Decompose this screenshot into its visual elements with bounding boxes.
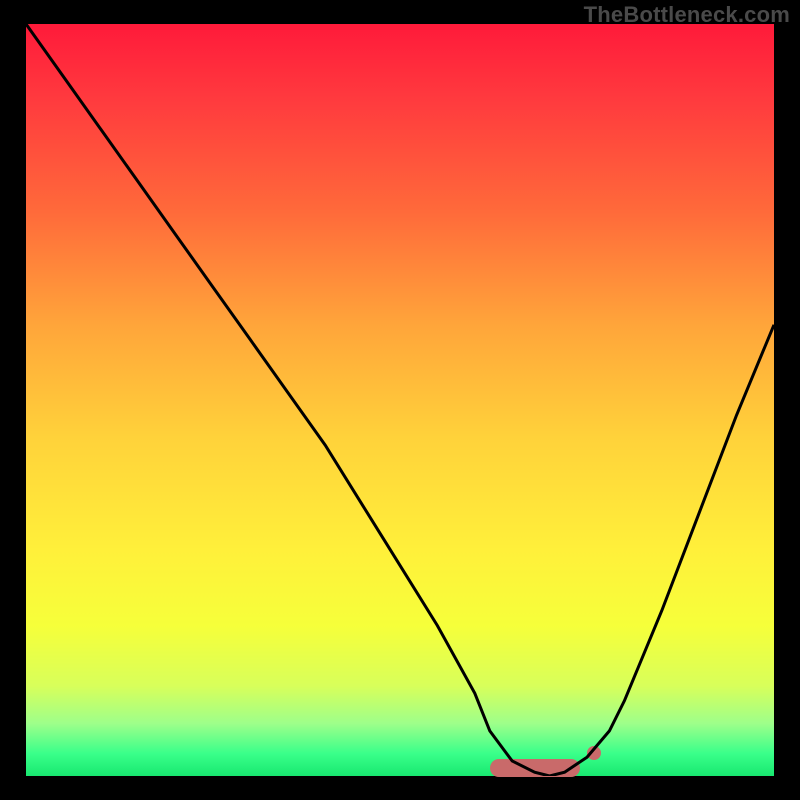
curve-path: [26, 24, 774, 776]
chart-area: [26, 24, 774, 776]
bottleneck-curve: [26, 24, 774, 776]
watermark-text: TheBottleneck.com: [584, 2, 790, 28]
